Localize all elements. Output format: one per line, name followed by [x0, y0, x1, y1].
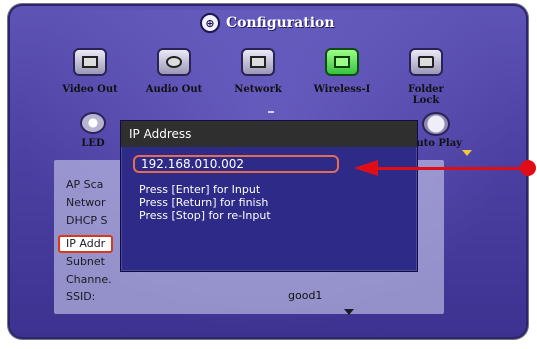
category-label: Network	[234, 84, 282, 95]
dialog-title: IP Address	[121, 121, 417, 147]
category-label: LED	[81, 138, 105, 149]
help-text: Press [Enter] for Input Press [Return] f…	[139, 183, 271, 222]
video-out-icon	[73, 48, 107, 76]
network-icon	[241, 48, 275, 76]
category-row: Video Out Audio Out Network Wireless-I F…	[58, 48, 478, 106]
audio-out-icon	[157, 48, 191, 76]
help-line: Press [Return] for finish	[139, 196, 269, 209]
ssid-value: good1	[288, 289, 323, 302]
category-folder-lock[interactable]: Folder Lock	[394, 48, 458, 106]
setting-ap-scan[interactable]: AP Sca	[66, 178, 103, 196]
setting-channel[interactable]: Channe.	[66, 273, 112, 291]
setting-subnet[interactable]: Subnet	[66, 255, 105, 273]
setting-ip-address[interactable]: IP Addr	[58, 235, 114, 253]
configuration-screen: ⊕ Configuration Video Out Audio Out Netw…	[0, 0, 537, 349]
setting-dhcp[interactable]: DHCP S	[66, 214, 108, 232]
chevron-down-icon	[462, 150, 472, 156]
ip-address-dialog: IP Address 192.168.010.002 Press [Enter]…	[120, 120, 418, 272]
category-led[interactable]: LED	[73, 112, 113, 149]
header: ⊕ Configuration	[200, 10, 336, 36]
setting-network[interactable]: Networ	[66, 196, 106, 214]
callout-line	[378, 167, 524, 170]
wireless-icon	[325, 48, 359, 76]
ip-address-input[interactable]: 192.168.010.002	[133, 155, 339, 173]
callout-dot	[520, 160, 536, 176]
category-wireless[interactable]: Wireless-I	[310, 48, 374, 95]
category-network[interactable]: Network	[226, 48, 290, 95]
page-title: Configuration	[226, 15, 335, 31]
folder-lock-icon	[409, 48, 443, 76]
category-label: Audio Out	[145, 84, 203, 95]
category-label: Folder Lock	[408, 84, 444, 106]
callout-arrow-icon	[354, 160, 378, 176]
help-line: Press [Enter] for Input	[139, 183, 261, 196]
setting-ssid[interactable]: SSID:	[66, 290, 95, 308]
selected-indicator	[268, 111, 274, 113]
category-video-out[interactable]: Video Out	[58, 48, 122, 95]
category-audio-out[interactable]: Audio Out	[142, 48, 206, 95]
auto-play-icon	[422, 112, 450, 136]
help-line: Press [Stop] for re-Input	[139, 209, 271, 222]
led-icon	[80, 112, 106, 134]
category-label: Video Out	[62, 84, 118, 95]
chevron-down-icon[interactable]	[344, 309, 354, 315]
configuration-icon: ⊕	[200, 13, 220, 33]
category-label: Wireless-I	[313, 84, 371, 95]
